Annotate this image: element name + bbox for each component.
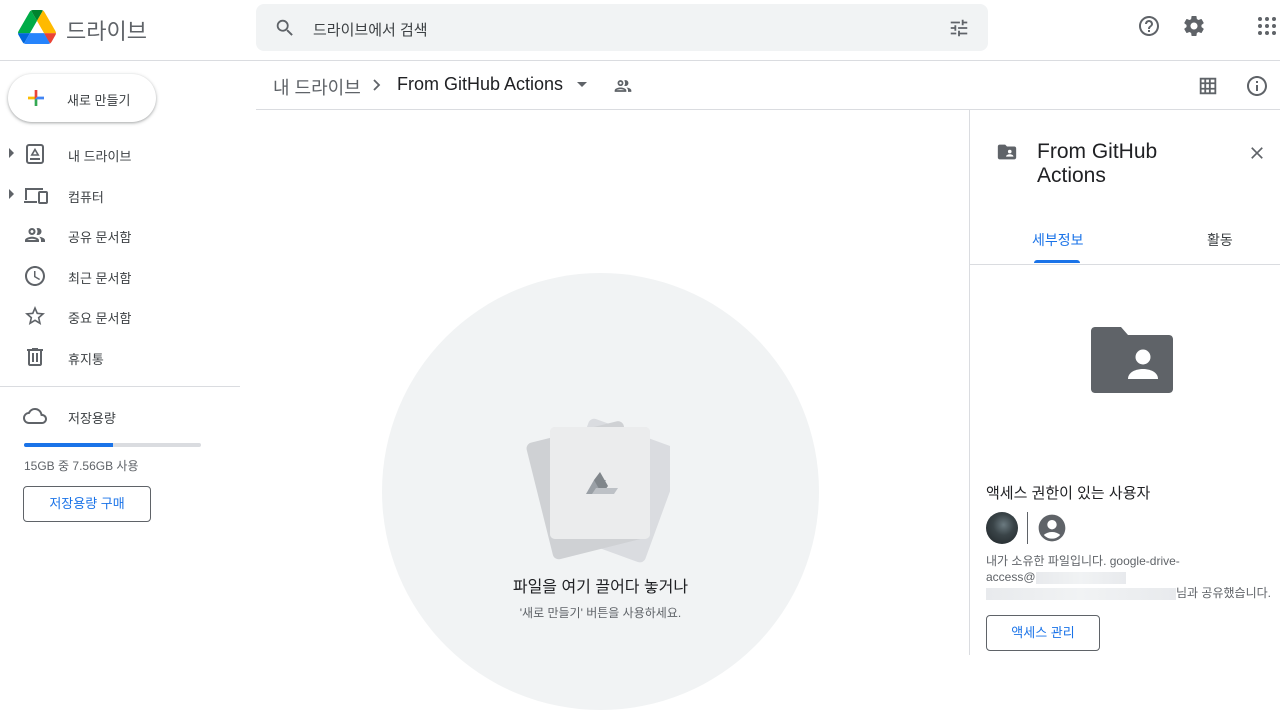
empty-folder-illustration — [526, 418, 670, 563]
sidebar-item-label: 내 드라이브 — [68, 149, 132, 164]
empty-state-subtitle: '새로 만들기' 버튼을 사용하세요. — [519, 606, 682, 620]
expand-arrow-icon[interactable] — [9, 189, 14, 199]
star-icon — [25, 306, 45, 325]
new-button[interactable]: 새로 만들기 — [8, 74, 156, 122]
details-title: From GitHub Actions — [1037, 140, 1158, 187]
grid-view-icon[interactable] — [1197, 75, 1219, 97]
storage-progress-bar — [24, 443, 201, 447]
expand-arrow-icon[interactable] — [9, 148, 14, 158]
shared-folder-icon — [997, 144, 1017, 160]
people-icon — [25, 228, 45, 242]
chevron-down-icon[interactable] — [577, 82, 587, 87]
sidebar-item-computers[interactable]: 컴퓨터 — [0, 175, 240, 215]
trash-icon — [27, 348, 43, 366]
access-section-title: 액세스 권한이 있는 사용자 — [986, 485, 1151, 502]
sidebar-item-label: 컴퓨터 — [68, 190, 104, 205]
storage-progress-fill — [24, 443, 114, 447]
info-icon[interactable] — [1245, 74, 1269, 98]
apps-grid-icon[interactable] — [1255, 14, 1279, 38]
share-description: 내가 소유한 파일입니다. google-drive- access@ 님과 공… — [986, 553, 1276, 601]
share-text-line3: 님과 공유했습니다. — [1176, 586, 1271, 600]
sidebar-item-recent[interactable]: 최근 문서함 — [0, 256, 240, 296]
plus-icon — [28, 90, 44, 106]
sidebar-item-shared[interactable]: 공유 문서함 — [0, 215, 240, 255]
clock-icon — [25, 266, 45, 286]
top-bar: 드라이브 드라이브에서 검색 — [0, 0, 1280, 61]
cloud-icon — [23, 408, 47, 424]
folder-toolbar: 내 드라이브 From GitHub Actions — [256, 61, 1280, 110]
active-tab-indicator — [1034, 260, 1080, 263]
search-input[interactable]: 드라이브에서 검색 — [313, 19, 428, 40]
sidebar-item-trash[interactable]: 휴지통 — [0, 337, 240, 377]
sidebar-item-label: 공유 문서함 — [68, 230, 132, 245]
new-button-label: 새로 만들기 — [67, 93, 131, 108]
search-options-icon[interactable] — [948, 17, 970, 39]
sidebar-item-label: 중요 문서함 — [68, 311, 132, 326]
sidebar-item-label: 휴지통 — [68, 352, 104, 367]
sidebar-item-starred[interactable]: 중요 문서함 — [0, 296, 240, 336]
search-icon[interactable] — [274, 17, 296, 39]
tab-divider — [970, 264, 1280, 265]
account-circle-icon[interactable] — [1036, 512, 1068, 544]
breadcrumb-current[interactable]: From GitHub Actions — [397, 74, 563, 95]
redacted-email — [986, 587, 1176, 600]
sidebar-item-my-drive[interactable]: 내 드라이브 — [0, 134, 240, 174]
computer-icon — [24, 188, 48, 204]
help-icon[interactable] — [1137, 14, 1161, 38]
buy-storage-button[interactable]: 저장용량 구매 — [23, 486, 151, 522]
details-panel: From GitHub Actions 세부정보 활동 액세스 권한이 있는 사… — [969, 110, 1280, 655]
share-text-line2: access@ — [986, 570, 1036, 584]
sidebar-item-label: 최근 문서함 — [68, 271, 132, 286]
large-shared-folder-icon — [1091, 327, 1173, 393]
chevron-right-icon — [373, 79, 381, 91]
tab-details[interactable]: 세부정보 — [1032, 230, 1084, 250]
storage-label[interactable]: 저장용량 — [68, 408, 116, 427]
my-drive-icon — [26, 144, 44, 164]
share-text-line1: 내가 소유한 파일입니다. google-drive- — [986, 554, 1180, 568]
settings-gear-icon[interactable] — [1182, 14, 1206, 38]
manage-access-button[interactable]: 액세스 관리 — [986, 615, 1100, 651]
owner-avatar[interactable] — [986, 512, 1018, 544]
shared-folder-people-icon — [614, 80, 632, 92]
tab-activity[interactable]: 활동 — [1207, 230, 1233, 250]
drive-logo[interactable] — [18, 10, 56, 44]
avatar-separator — [1027, 512, 1028, 544]
breadcrumb-root[interactable]: 내 드라이브 — [273, 74, 361, 100]
redacted-email — [1035, 571, 1126, 584]
empty-state-title: 파일을 여기 끌어다 놓거나 — [512, 579, 689, 596]
nav-divider — [0, 386, 240, 387]
app-title[interactable]: 드라이브 — [66, 14, 147, 46]
storage-usage-text: 15GB 중 7.56GB 사용 — [24, 459, 139, 473]
close-icon[interactable] — [1247, 143, 1267, 163]
search-bar[interactable]: 드라이브에서 검색 — [256, 4, 988, 51]
